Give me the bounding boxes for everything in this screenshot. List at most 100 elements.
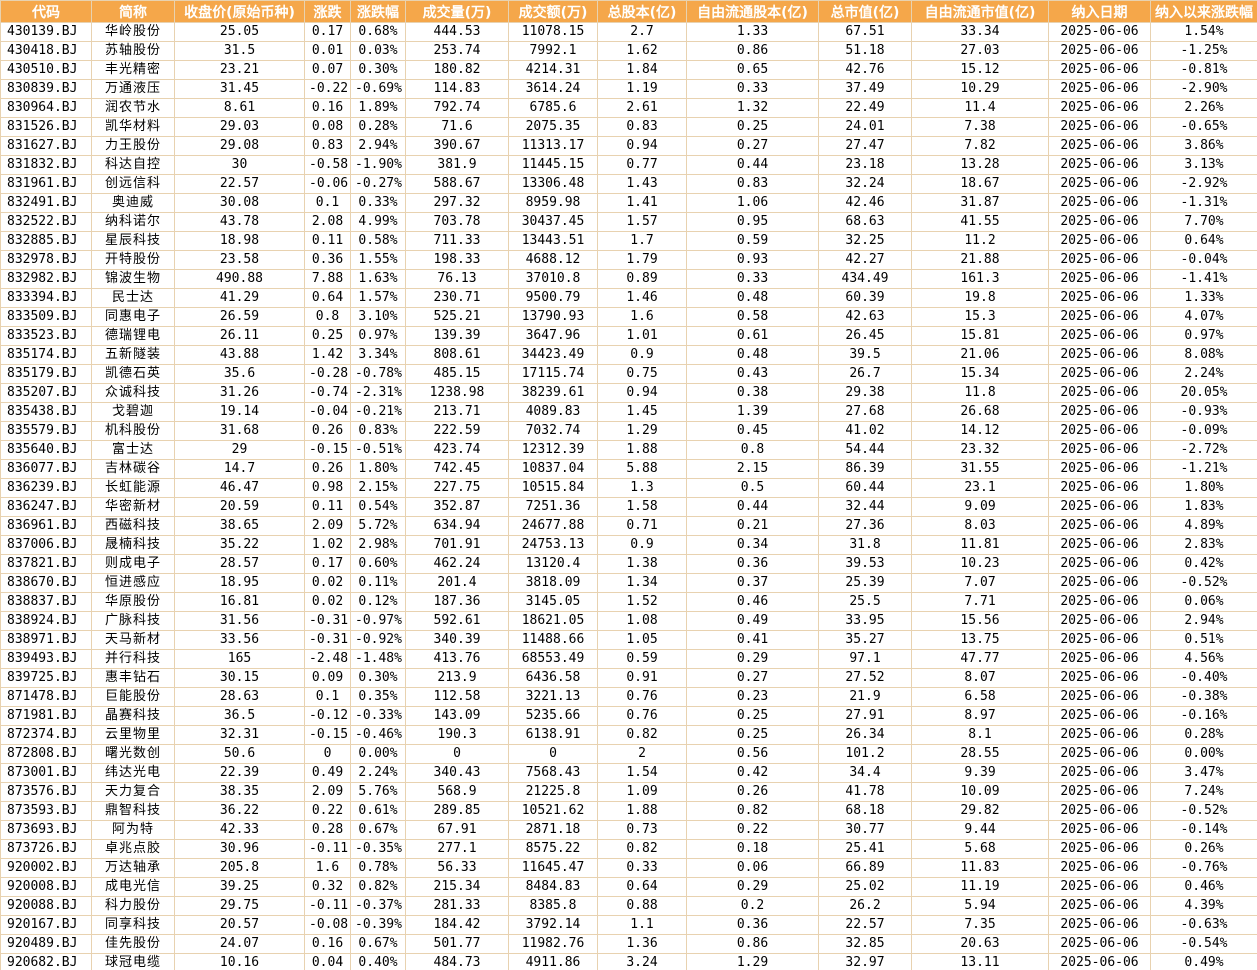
table-cell[interactable]: -0.40% — [1150, 668, 1257, 688]
cell-code[interactable]: 836077.BJ — [0, 459, 92, 479]
table-cell[interactable]: 0.21 — [686, 516, 819, 536]
table-cell[interactable]: 2025-06-06 — [1048, 98, 1151, 118]
table-cell[interactable]: 4.99% — [350, 212, 406, 232]
table-cell[interactable]: 4688.12 — [508, 250, 598, 270]
table-cell[interactable]: 0 — [508, 744, 598, 764]
table-cell[interactable]: 2025-06-06 — [1048, 668, 1151, 688]
cell-code[interactable]: 833509.BJ — [0, 307, 92, 327]
table-cell[interactable]: 0.26 — [304, 421, 351, 441]
table-cell[interactable]: 0.64 — [304, 288, 351, 308]
table-cell[interactable]: 390.67 — [405, 136, 509, 156]
cell-name[interactable]: 万通液压 — [91, 79, 175, 99]
column-header[interactable]: 成交量(万) — [405, 0, 509, 23]
table-cell[interactable]: 11.2 — [911, 231, 1049, 251]
cell-name[interactable]: 五新隧装 — [91, 345, 175, 365]
table-cell[interactable]: 29 — [174, 440, 305, 460]
cell-name[interactable]: 并行科技 — [91, 649, 175, 669]
table-cell[interactable]: 30.96 — [174, 839, 305, 859]
table-cell[interactable]: 3.34% — [350, 345, 406, 365]
table-cell[interactable]: 1.79 — [597, 250, 687, 270]
table-cell[interactable]: 33.95 — [818, 611, 912, 631]
cell-code[interactable]: 835438.BJ — [0, 402, 92, 422]
table-cell[interactable]: 0.22 — [686, 820, 819, 840]
table-cell[interactable]: 0.06 — [686, 858, 819, 878]
table-cell[interactable]: 2.09 — [304, 516, 351, 536]
cell-code[interactable]: 836247.BJ — [0, 497, 92, 517]
table-cell[interactable]: 2025-06-06 — [1048, 402, 1151, 422]
table-cell[interactable]: 21.88 — [911, 250, 1049, 270]
table-cell[interactable]: 634.94 — [405, 516, 509, 536]
table-cell[interactable]: 792.74 — [405, 98, 509, 118]
table-cell[interactable]: 1.19 — [597, 79, 687, 99]
table-cell[interactable]: -0.65% — [1150, 117, 1257, 137]
table-cell[interactable]: -0.51% — [350, 440, 406, 460]
table-cell[interactable]: 0.30% — [350, 668, 406, 688]
table-cell[interactable]: 60.39 — [818, 288, 912, 308]
table-cell[interactable]: 0.49 — [304, 763, 351, 783]
table-cell[interactable]: 2025-06-06 — [1048, 611, 1151, 631]
table-cell[interactable]: 39.25 — [174, 877, 305, 897]
table-cell[interactable]: 434.49 — [818, 269, 912, 289]
table-cell[interactable]: 1.08 — [597, 611, 687, 631]
table-cell[interactable]: 26.45 — [818, 326, 912, 346]
table-cell[interactable]: 2025-06-06 — [1048, 440, 1151, 460]
cell-code[interactable]: 873726.BJ — [0, 839, 92, 859]
table-cell[interactable]: 13.11 — [911, 953, 1049, 970]
table-cell[interactable]: 8.08% — [1150, 345, 1257, 365]
cell-name[interactable]: 阿为特 — [91, 820, 175, 840]
table-cell[interactable]: 31.87 — [911, 193, 1049, 213]
table-cell[interactable]: 0.18 — [686, 839, 819, 859]
table-cell[interactable]: 43.78 — [174, 212, 305, 232]
table-cell[interactable]: 0.25 — [686, 117, 819, 137]
table-cell[interactable]: 0.33 — [686, 79, 819, 99]
table-cell[interactable]: 139.39 — [405, 326, 509, 346]
table-cell[interactable]: -0.97% — [350, 611, 406, 631]
table-row[interactable]: 873576.BJ 天力复合 38.35 2.09 5.76% 568.9 21225.8 1… — [0, 782, 1257, 802]
table-cell[interactable]: 0.78% — [350, 858, 406, 878]
column-header[interactable]: 自由流通股本(亿) — [686, 0, 819, 23]
table-cell[interactable]: 1.43 — [597, 174, 687, 194]
cell-name[interactable]: 星辰科技 — [91, 231, 175, 251]
table-cell[interactable]: 3.10% — [350, 307, 406, 327]
table-cell[interactable]: 11.4 — [911, 98, 1049, 118]
table-cell[interactable]: 56.33 — [405, 858, 509, 878]
table-cell[interactable]: 2.15% — [350, 478, 406, 498]
cell-name[interactable]: 德瑞锂电 — [91, 326, 175, 346]
table-cell[interactable]: 742.45 — [405, 459, 509, 479]
table-cell[interactable]: 13120.4 — [508, 554, 598, 574]
table-cell[interactable]: 36.5 — [174, 706, 305, 726]
table-cell[interactable]: 0.36 — [686, 554, 819, 574]
cell-name[interactable]: 纳科诺尔 — [91, 212, 175, 232]
cell-code[interactable]: 830839.BJ — [0, 79, 92, 99]
table-cell[interactable]: 1.34 — [597, 573, 687, 593]
table-cell[interactable]: 0.43 — [686, 364, 819, 384]
table-cell[interactable]: 2.24% — [350, 763, 406, 783]
table-cell[interactable]: 8.97 — [911, 706, 1049, 726]
table-cell[interactable]: -0.27% — [350, 174, 406, 194]
cell-code[interactable]: 837006.BJ — [0, 535, 92, 555]
table-cell[interactable]: 1.42 — [304, 345, 351, 365]
table-cell[interactable]: 67.91 — [405, 820, 509, 840]
cell-name[interactable]: 奥迪威 — [91, 193, 175, 213]
table-cell[interactable]: 25.02 — [818, 877, 912, 897]
table-cell[interactable]: 15.12 — [911, 60, 1049, 80]
table-cell[interactable]: 0.82 — [597, 839, 687, 859]
cell-code[interactable]: 836239.BJ — [0, 478, 92, 498]
table-cell[interactable]: -0.81% — [1150, 60, 1257, 80]
table-cell[interactable]: 27.36 — [818, 516, 912, 536]
table-cell[interactable]: 1.3 — [597, 478, 687, 498]
table-cell[interactable]: -2.31% — [350, 383, 406, 403]
table-cell[interactable]: -0.31 — [304, 630, 351, 650]
table-cell[interactable]: 0.35% — [350, 687, 406, 707]
table-cell[interactable]: 588.67 — [405, 174, 509, 194]
table-row[interactable]: 920682.BJ 球冠电缆 10.16 0.04 0.40% 484.73 4911.86… — [0, 953, 1257, 970]
table-cell[interactable]: 0.11 — [304, 231, 351, 251]
table-cell[interactable]: 0.68% — [350, 22, 406, 42]
table-cell[interactable]: -0.08 — [304, 915, 351, 935]
table-cell[interactable]: 0.60% — [350, 554, 406, 574]
table-cell[interactable]: 11982.76 — [508, 934, 598, 954]
table-cell[interactable]: 1.62 — [597, 41, 687, 61]
table-cell[interactable]: 38.65 — [174, 516, 305, 536]
table-cell[interactable]: 0.94 — [597, 383, 687, 403]
table-row[interactable]: 872374.BJ 云里物里 32.31 -0.15 -0.46% 190.3 6138.9… — [0, 725, 1257, 745]
